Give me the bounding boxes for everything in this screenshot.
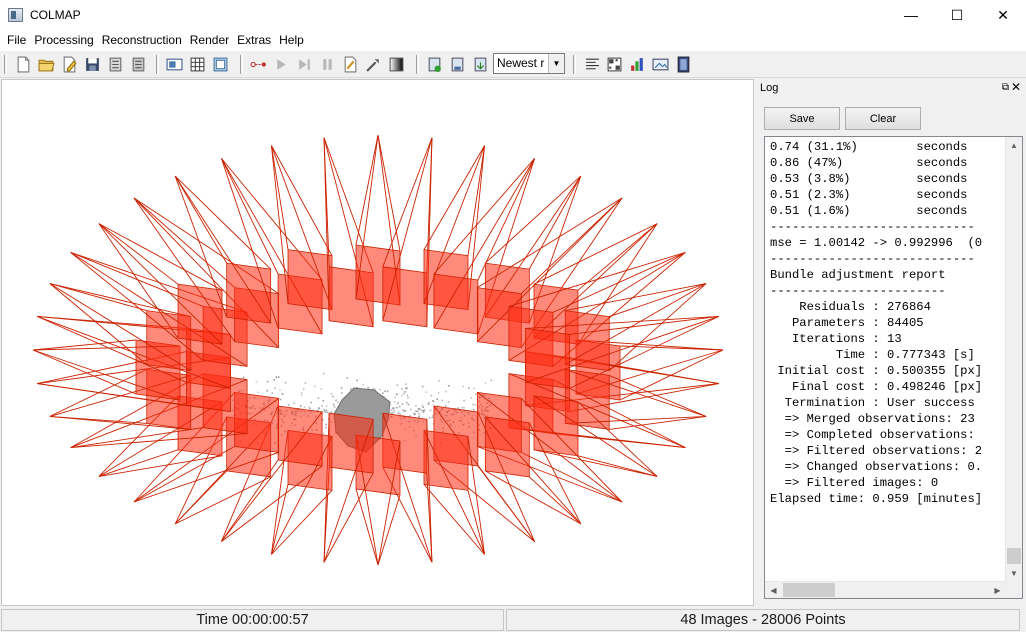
toolbar-handle[interactable]: [4, 55, 7, 74]
grab-image-icon[interactable]: [629, 56, 646, 73]
camera-frustum[interactable]: [49, 283, 192, 372]
database-management-icon[interactable]: [212, 56, 229, 73]
reconstruction-stats-icon[interactable]: [449, 56, 466, 73]
bundle-adjustment-icon[interactable]: [342, 56, 359, 73]
export-icon[interactable]: [130, 56, 147, 73]
log-line: 0.53 (3.8%) seconds: [770, 172, 968, 186]
log-line: => Completed observations:: [770, 428, 975, 442]
undistort-icon[interactable]: [606, 56, 623, 73]
log-line: Parameters : 84405: [770, 316, 924, 330]
toolbar: Newest r ▼: [0, 51, 1026, 78]
scrollbar-corner: [1005, 581, 1022, 598]
minimize-button[interactable]: —: [888, 0, 934, 30]
close-button[interactable]: ✕: [980, 0, 1026, 30]
log-line: => Filtered observations: 2: [770, 444, 983, 458]
log-line: => Filtered images: 0: [770, 476, 939, 490]
reconstruction-scene[interactable]: [2, 80, 754, 606]
reset-reconstruction-icon[interactable]: [319, 56, 336, 73]
horizontal-scroll-thumb[interactable]: [783, 583, 835, 597]
scroll-down-icon[interactable]: ▼: [1006, 565, 1022, 582]
dense-reconstruction-icon[interactable]: [365, 56, 382, 73]
menu-help[interactable]: Help: [275, 30, 308, 51]
maximize-button[interactable]: ☐: [934, 0, 980, 30]
import-icon[interactable]: [107, 56, 124, 73]
log-text-area[interactable]: 0.74 (31.1%) seconds 0.86 (47%) seconds 0.…: [764, 136, 1023, 599]
status-bar: Time 00:00:00:57 48 Images - 28006 Point…: [0, 607, 1026, 632]
reset-view-icon[interactable]: [675, 56, 692, 73]
save-project-icon[interactable]: [84, 56, 101, 73]
log-line: ----------------------------: [770, 220, 975, 234]
colmap-app-icon: [8, 8, 23, 22]
start-reconstruction-icon[interactable]: [250, 56, 267, 73]
status-time: Time 00:00:00:57: [1, 609, 504, 631]
log-line: => Merged observations: 23: [770, 412, 975, 426]
menu-processing[interactable]: Processing: [30, 30, 97, 51]
menu-reconstruction[interactable]: Reconstruction: [98, 30, 186, 51]
scroll-right-icon[interactable]: ▶: [989, 582, 1006, 598]
log-line: Residuals : 276864: [770, 300, 931, 314]
match-matrix-icon[interactable]: [472, 56, 489, 73]
log-line: Time : 0.777343 [s]: [770, 348, 975, 362]
log-line: 0.74 (31.1%) seconds: [770, 140, 968, 154]
log-line: 0.51 (2.3%) seconds: [770, 188, 968, 202]
open-project-icon[interactable]: [38, 56, 55, 73]
scroll-up-icon[interactable]: ▲: [1006, 137, 1022, 154]
show-log-icon[interactable]: [584, 56, 601, 73]
log-line: Initial cost : 0.500355 [px]: [770, 364, 983, 378]
maximize-icon: ☐: [950, 6, 964, 23]
toolbar-separator: [416, 55, 419, 74]
log-line: => Changed observations: 0.: [770, 460, 983, 474]
log-line: Termination : User success: [770, 396, 975, 410]
render-options-icon[interactable]: [426, 56, 443, 73]
scroll-left-icon[interactable]: ◀: [765, 582, 782, 598]
menu-render[interactable]: Render: [186, 30, 233, 51]
log-line: Bundle adjustment report: [770, 268, 946, 282]
log-line: ------------------------: [770, 284, 946, 298]
pause-reconstruction-icon[interactable]: [296, 56, 313, 73]
toolbar-separator: [573, 55, 576, 74]
log-line: 0.86 (47%) seconds: [770, 156, 968, 170]
edit-project-icon[interactable]: [61, 56, 78, 73]
log-vertical-scrollbar[interactable]: ▲ ▼: [1005, 137, 1022, 582]
step-reconstruction-icon[interactable]: [273, 56, 290, 73]
log-line: Elapsed time: 0.959 [minutes]: [770, 492, 983, 506]
close-dock-icon[interactable]: ✕: [1011, 80, 1021, 94]
menu-extras[interactable]: Extras: [233, 30, 275, 51]
chevron-down-icon: ▼: [548, 54, 564, 73]
vertical-scroll-thumb[interactable]: [1007, 548, 1021, 564]
menu-file[interactable]: File: [3, 30, 30, 51]
colmap-window: COLMAP — ☐ ✕ File Processing Reconstruct…: [0, 0, 1026, 632]
feature-matching-icon[interactable]: [189, 56, 206, 73]
title-bar: COLMAP — ☐ ✕: [0, 0, 1026, 30]
camera-frustums: [32, 134, 724, 566]
camera-frustum[interactable]: [564, 283, 707, 372]
float-dock-icon[interactable]: ⧉: [1002, 82, 1009, 93]
feature-extraction-icon[interactable]: [166, 56, 183, 73]
toolbar-separator: [240, 55, 243, 74]
minimize-icon: —: [904, 7, 918, 23]
render-mode-select[interactable]: Newest r ▼: [493, 53, 565, 74]
toolbar-separator: [156, 55, 159, 74]
render-toggle-icon[interactable]: [388, 56, 405, 73]
log-line: mse = 1.00142 -> 0.992996 (0: [770, 236, 983, 250]
grab-movie-icon[interactable]: [652, 56, 669, 73]
window-title: COLMAP: [30, 8, 81, 22]
log-line: ----------------------------: [770, 252, 975, 266]
render-mode-value: Newest r: [497, 56, 545, 70]
log-horizontal-scrollbar[interactable]: ◀ ▶: [765, 581, 1006, 598]
close-icon: ✕: [997, 6, 1009, 23]
status-summary: 48 Images - 28006 Points: [506, 609, 1020, 631]
log-line: 0.51 (1.6%) seconds: [770, 204, 968, 218]
opengl-viewport[interactable]: [1, 79, 754, 606]
log-line: Iterations : 13: [770, 332, 902, 346]
log-lines: 0.74 (31.1%) seconds 0.86 (47%) seconds 0.…: [770, 139, 1000, 507]
new-project-icon[interactable]: [15, 56, 32, 73]
log-save-button[interactable]: Save: [764, 107, 840, 130]
log-line: Final cost : 0.498246 [px]: [770, 380, 983, 394]
log-dock-title: Log: [760, 82, 779, 94]
menu-bar: File Processing Reconstruction Render Ex…: [0, 30, 1026, 51]
log-clear-button[interactable]: Clear: [845, 107, 921, 130]
log-dock: Log ⧉ ✕ Save Clear 0.74 (31.1%) seconds 0…: [757, 79, 1026, 606]
